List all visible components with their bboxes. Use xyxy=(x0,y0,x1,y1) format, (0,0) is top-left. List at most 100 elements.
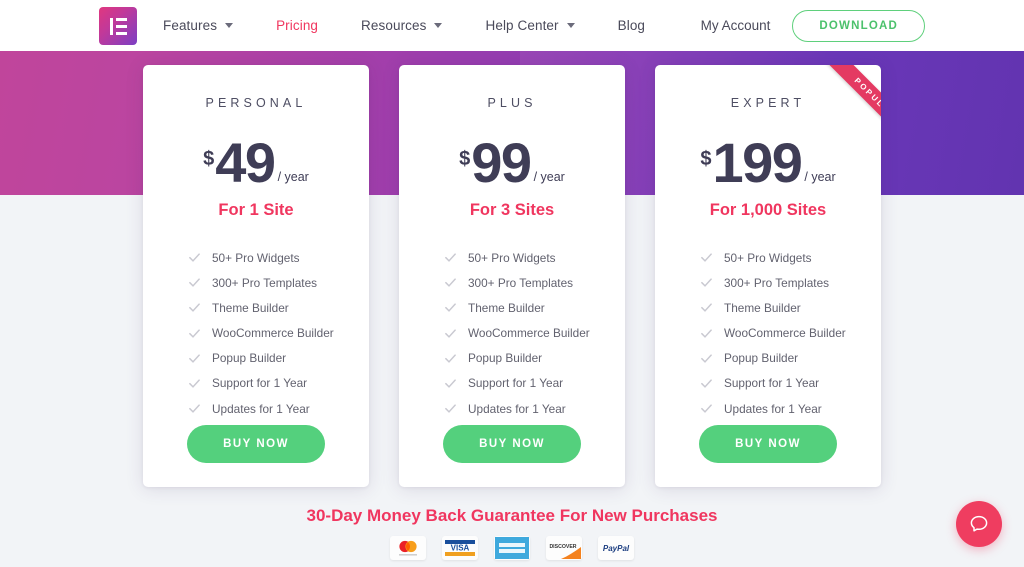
check-icon xyxy=(189,278,200,288)
plan-name: PLUS xyxy=(487,96,537,110)
currency-symbol: $ xyxy=(459,148,471,170)
nav-label: Pricing xyxy=(276,18,319,33)
check-icon xyxy=(445,354,456,363)
list-item: WooCommerce Builder xyxy=(444,326,625,340)
feature-label: 300+ Pro Templates xyxy=(724,275,830,290)
check-icon xyxy=(445,253,456,262)
check-icon xyxy=(701,404,712,414)
nav-item-features[interactable]: Features xyxy=(163,18,254,33)
list-item: Support for 1 Year xyxy=(444,376,625,390)
list-item: Theme Builder xyxy=(444,301,625,315)
buy-now-button[interactable]: BUY NOW xyxy=(699,425,837,463)
price-amount: 49 xyxy=(215,131,276,194)
feature-label: Theme Builder xyxy=(468,300,545,315)
feature-list: 50+ Pro Widgets 300+ Pro Templates Theme… xyxy=(655,251,881,416)
price-period: / year xyxy=(277,170,309,184)
nav-label: Resources xyxy=(361,18,427,33)
plan-name: PERSONAL xyxy=(205,96,307,110)
list-item: Support for 1 Year xyxy=(700,376,881,390)
plan-sites: For 1,000 Sites xyxy=(709,200,827,219)
pricing-card-personal[interactable]: PERSONAL $ 49 / year For 1 Site 50+ Pro … xyxy=(143,65,369,487)
check-icon xyxy=(189,379,200,388)
buy-now-button[interactable]: BUY NOW xyxy=(187,425,325,463)
help-chat-button[interactable] xyxy=(956,501,1002,547)
feature-label: Updates for 1 Year xyxy=(468,401,566,416)
check-icon xyxy=(701,253,712,262)
feature-label: 300+ Pro Templates xyxy=(468,275,574,290)
cta-wrap: BUY NOW xyxy=(399,425,625,463)
plan-price: $ 49 / year xyxy=(143,131,369,194)
check-icon xyxy=(701,354,712,363)
list-item: Popup Builder xyxy=(188,351,369,365)
feature-label: Theme Builder xyxy=(724,300,801,315)
buy-now-button[interactable]: BUY NOW xyxy=(443,425,581,463)
list-item: Popup Builder xyxy=(700,351,881,365)
pricing-card-expert[interactable]: POPULAR EXPERT $ 199 / year For 1,000 Si… xyxy=(655,65,881,487)
elementor-logo-icon[interactable] xyxy=(99,7,137,45)
my-account-link[interactable]: My Account xyxy=(701,18,771,33)
cta-wrap: BUY NOW xyxy=(655,425,881,463)
discover-icon: DISCOVER xyxy=(546,536,582,560)
feature-label: WooCommerce Builder xyxy=(724,326,846,341)
currency-symbol: $ xyxy=(203,148,215,170)
check-icon xyxy=(189,354,200,363)
check-icon xyxy=(445,278,456,288)
check-icon xyxy=(189,303,200,313)
list-item: Updates for 1 Year xyxy=(444,402,625,416)
nav-label: Blog xyxy=(617,18,646,33)
feature-label: 50+ Pro Widgets xyxy=(724,250,812,265)
feature-label: Support for 1 Year xyxy=(724,376,820,391)
list-item: Updates for 1 Year xyxy=(700,402,881,416)
list-item: Updates for 1 Year xyxy=(188,402,369,416)
download-button[interactable]: DOWNLOAD xyxy=(792,9,925,42)
check-icon xyxy=(701,328,712,338)
list-item: 50+ Pro Widgets xyxy=(444,251,625,265)
plan-sites: For 1 Site xyxy=(218,200,294,219)
check-icon xyxy=(445,303,456,313)
list-item: WooCommerce Builder xyxy=(188,326,369,340)
check-icon xyxy=(189,253,200,262)
nav-item-blog[interactable]: Blog xyxy=(618,18,666,33)
nav-label: Features xyxy=(163,18,218,33)
feature-label: Support for 1 Year xyxy=(212,376,308,391)
price-amount: 99 xyxy=(471,131,532,194)
feature-label: Updates for 1 Year xyxy=(212,401,310,416)
svg-text:VISA: VISA xyxy=(451,544,470,553)
list-item: 300+ Pro Templates xyxy=(188,276,369,290)
check-icon xyxy=(701,278,712,288)
list-item: 300+ Pro Templates xyxy=(444,276,625,290)
check-icon xyxy=(701,379,712,388)
check-icon xyxy=(189,328,200,338)
plan-price: $ 99 / year xyxy=(399,131,625,194)
feature-label: Theme Builder xyxy=(212,300,289,315)
header-actions: My Account DOWNLOAD xyxy=(701,0,925,51)
feature-label: Support for 1 Year xyxy=(468,376,564,391)
site-header: Features Pricing Resources Help Center B… xyxy=(0,0,1024,51)
list-item: WooCommerce Builder xyxy=(700,326,881,340)
nav-label: Help Center xyxy=(485,18,559,33)
payment-methods: VISA DISCOVER PayPal xyxy=(0,536,1024,560)
nav-item-help-center[interactable]: Help Center xyxy=(485,18,595,33)
plan-price: $ 199 / year xyxy=(655,135,881,190)
nav-item-resources[interactable]: Resources xyxy=(361,18,463,33)
amex-icon xyxy=(494,536,530,560)
price-period: / year xyxy=(533,170,565,184)
check-icon xyxy=(445,379,456,388)
feature-label: 50+ Pro Widgets xyxy=(468,250,556,265)
check-icon xyxy=(445,404,456,414)
plan-name: EXPERT xyxy=(730,96,806,110)
chevron-down-icon xyxy=(434,23,443,28)
feature-label: Updates for 1 Year xyxy=(724,401,822,416)
cta-wrap: BUY NOW xyxy=(143,425,369,463)
feature-label: 300+ Pro Templates xyxy=(212,275,318,290)
pricing-page: Features Pricing Resources Help Center B… xyxy=(0,0,1024,567)
check-icon xyxy=(701,303,712,313)
list-item: 50+ Pro Widgets xyxy=(188,251,369,265)
feature-list: 50+ Pro Widgets 300+ Pro Templates Theme… xyxy=(399,251,625,416)
svg-text:PayPal: PayPal xyxy=(603,544,630,553)
pricing-card-plus[interactable]: PLUS $ 99 / year For 3 Sites 50+ Pro Wid… xyxy=(399,65,625,487)
check-icon xyxy=(445,328,456,338)
feature-label: Popup Builder xyxy=(468,351,543,366)
nav-item-pricing[interactable]: Pricing xyxy=(276,18,339,33)
feature-label: Popup Builder xyxy=(724,351,799,366)
